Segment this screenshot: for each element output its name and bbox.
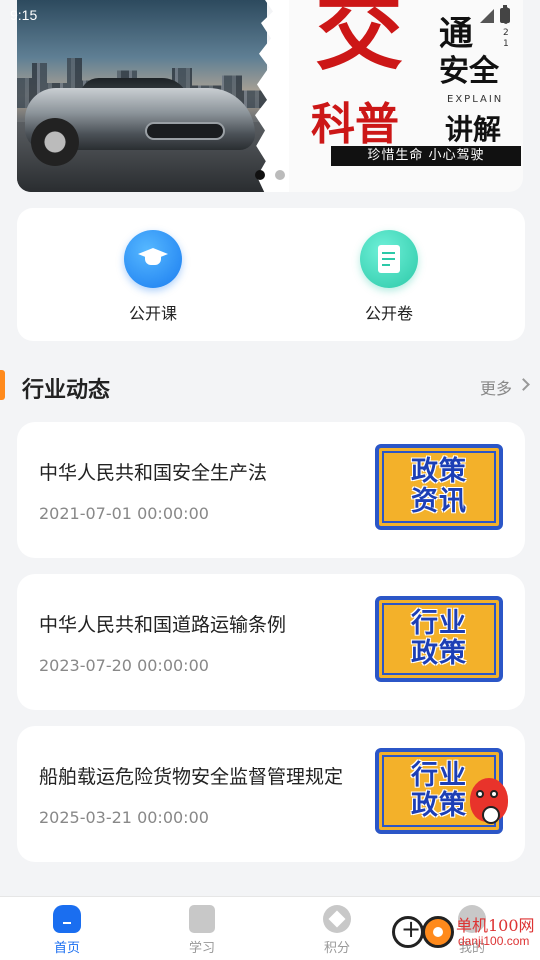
thumbnail-text-line2: 政策 bbox=[411, 638, 467, 669]
news-date: 2021-07-01 00:00:00 bbox=[39, 504, 209, 523]
banner-explain: EXPLAIN bbox=[447, 94, 504, 105]
more-link[interactable]: 更多 bbox=[480, 375, 512, 399]
open-course-label: 公开课 bbox=[128, 304, 177, 323]
car-wheel bbox=[31, 118, 79, 166]
carousel-dot-1[interactable] bbox=[255, 170, 265, 180]
home-icon bbox=[53, 905, 81, 933]
status-time: 9:15 bbox=[10, 7, 38, 23]
nav-points-label: 积分 bbox=[323, 941, 350, 956]
quick-actions-card: 公开课 公开卷 bbox=[17, 208, 525, 341]
nav-home-label: 首页 bbox=[53, 941, 80, 956]
open-exam-label: 公开卷 bbox=[364, 304, 413, 323]
news-thumbnail: 政策 资讯 bbox=[375, 444, 503, 530]
news-card[interactable]: 中华人民共和国道路运输条例 2023-07-20 00:00:00 行业 政策 bbox=[17, 574, 525, 710]
news-title: 中华人民共和国安全生产法 bbox=[39, 462, 268, 484]
site-watermark: 单机100网 danji100.com bbox=[392, 910, 540, 956]
banner-title-jiangjie: 讲解 bbox=[445, 113, 502, 146]
exam-paper-icon bbox=[360, 230, 418, 288]
watermark-logo-icon bbox=[392, 914, 458, 950]
carousel-dot-2[interactable] bbox=[275, 170, 285, 180]
news-title: 船舶载运危险货物安全监督管理规定 bbox=[39, 766, 344, 788]
car-grill bbox=[145, 122, 225, 140]
thumbnail-text-line1: 政策 bbox=[411, 456, 467, 487]
mascot-watermark bbox=[464, 772, 520, 828]
open-exam-button[interactable]: 公开卷 bbox=[329, 230, 449, 324]
banner-title-kepu: 科普 bbox=[311, 99, 399, 150]
banner-title-anquan: 安全 bbox=[439, 54, 499, 89]
thumbnail-text-line1: 行业 bbox=[411, 760, 467, 791]
news-card[interactable]: 中华人民共和国安全生产法 2021-07-01 00:00:00 政策 资讯 bbox=[17, 422, 525, 558]
section-accent-bar bbox=[0, 370, 5, 400]
chevron-right-icon[interactable] bbox=[517, 378, 530, 391]
section-title: 行业动态 bbox=[22, 378, 111, 403]
carousel-dots[interactable] bbox=[255, 170, 285, 180]
points-icon bbox=[323, 905, 351, 933]
news-title: 中华人民共和国道路运输条例 bbox=[39, 614, 287, 636]
thumbnail-text-line2: 资讯 bbox=[411, 486, 467, 517]
nav-study-label: 学习 bbox=[188, 941, 215, 956]
banner-slogan: 珍惜生命 小心驾驶 bbox=[331, 146, 521, 166]
nav-home[interactable]: 首页 bbox=[27, 905, 107, 956]
graduation-cap-icon bbox=[124, 230, 182, 288]
news-date: 2023-07-20 00:00:00 bbox=[39, 656, 209, 675]
nav-points[interactable]: 积分 bbox=[297, 905, 377, 956]
thumbnail-text-line1: 行业 bbox=[411, 608, 467, 639]
sports-car-image bbox=[25, 78, 255, 168]
news-card[interactable]: 船舶载运危险货物安全监督管理规定 2025-03-21 00:00:00 行业 … bbox=[17, 726, 525, 862]
nav-study[interactable]: 学习 bbox=[162, 905, 242, 956]
thumbnail-text-line2: 政策 bbox=[411, 790, 467, 821]
open-course-button[interactable]: 公开课 bbox=[93, 230, 213, 324]
watermark-url: danji100.com bbox=[458, 934, 530, 948]
battery-icon bbox=[500, 5, 510, 23]
study-icon bbox=[189, 905, 215, 933]
news-thumbnail: 行业 政策 bbox=[375, 596, 503, 682]
status-bar: 9:15 bbox=[0, 0, 540, 32]
status-icons bbox=[480, 5, 510, 23]
news-date: 2025-03-21 00:00:00 bbox=[39, 808, 209, 827]
industry-news-header: 行业动态 更多 bbox=[0, 366, 540, 406]
signal-icon bbox=[480, 8, 494, 23]
watermark-text: 单机100网 bbox=[456, 916, 535, 935]
